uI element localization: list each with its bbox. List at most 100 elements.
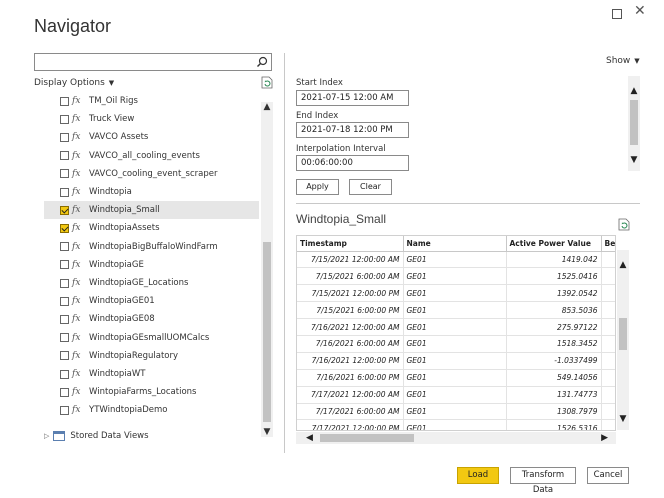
- item-checkbox[interactable]: [60, 314, 69, 324]
- table-cell: GE01: [403, 251, 507, 269]
- preview-title: Windtopia_Small: [296, 212, 387, 226]
- table-horizontal-scrollbar[interactable]: ◀ ▶: [296, 432, 616, 444]
- item-checkbox[interactable]: [60, 114, 69, 124]
- scroll-thumb[interactable]: [619, 318, 627, 350]
- scroll-left-icon[interactable]: ◀: [306, 432, 313, 444]
- scroll-right-icon[interactable]: ▶: [601, 432, 608, 444]
- item-checkbox[interactable]: [60, 169, 69, 179]
- stored-data-views-label: Stored Data Views: [70, 431, 149, 441]
- table-cell: 7/15/2021 12:00:00 PM: [297, 284, 404, 303]
- item-checkbox[interactable]: [60, 205, 69, 215]
- maximize-button[interactable]: [612, 9, 622, 19]
- item-checkbox[interactable]: [60, 96, 69, 106]
- table-cell: 7/17/2021 6:00:00 AM: [297, 403, 404, 421]
- column-header[interactable]: Active Power Value: [506, 236, 602, 252]
- tree-item-label: VAVCO_cooling_event_scraper: [89, 168, 218, 179]
- start-index-input[interactable]: 2021-07-15 12:00 AM: [296, 90, 409, 106]
- table-cell: [601, 301, 615, 320]
- tree-item[interactable]: fx Windtopia_Small: [44, 201, 259, 220]
- column-header[interactable]: Bearing: [601, 236, 615, 252]
- tree-item[interactable]: fx WindtopiaGE: [44, 256, 259, 274]
- table-row: 7/15/2021 12:00:00 AM GE01 1419.042: [297, 251, 615, 269]
- item-checkbox[interactable]: [60, 387, 69, 397]
- table-cell: [601, 419, 615, 430]
- item-checkbox[interactable]: [60, 369, 69, 379]
- start-index-label: Start Index: [296, 78, 343, 88]
- scroll-thumb[interactable]: [320, 434, 414, 442]
- item-checkbox[interactable]: [60, 405, 69, 415]
- search-input[interactable]: [34, 53, 272, 71]
- item-checkbox[interactable]: [60, 242, 69, 252]
- scroll-up-icon[interactable]: ▲: [628, 86, 640, 96]
- tree-item[interactable]: fx WindtopiaGE08: [44, 310, 259, 328]
- interpolation-interval-input[interactable]: 00:06:00:00: [296, 155, 409, 171]
- load-button[interactable]: Load: [457, 467, 499, 484]
- show-label: Show: [606, 56, 631, 66]
- tree-item[interactable]: fx WindtopiaAssets: [44, 219, 259, 237]
- table-row: 7/17/2021 12:00:00 AM GE01 131.74773: [297, 386, 615, 404]
- scroll-up-icon[interactable]: ▲: [261, 102, 273, 112]
- tree-item[interactable]: fx WindtopiaRegulatory: [44, 347, 259, 365]
- tree-scrollbar[interactable]: ▲ ▼: [261, 102, 273, 437]
- apply-button[interactable]: Apply: [296, 179, 339, 195]
- table-cell: 7/16/2021 6:00:00 PM: [297, 369, 404, 387]
- table-icon: [53, 431, 66, 441]
- tree-item[interactable]: fx WindtopiaGEsmallUOMCalcs: [44, 329, 259, 347]
- tree-item[interactable]: fx Windtopia: [44, 183, 259, 201]
- transform-data-button[interactable]: Transform Data: [510, 467, 576, 495]
- end-index-label: End Index: [296, 111, 339, 121]
- function-icon: fx: [72, 205, 81, 216]
- tree-item[interactable]: fx WindtopiaGE_Locations: [44, 274, 259, 292]
- item-checkbox[interactable]: [60, 132, 69, 142]
- item-checkbox[interactable]: [60, 260, 69, 270]
- close-button[interactable]: ✕: [634, 3, 646, 19]
- stored-data-views-node[interactable]: ▷ Stored Data Views: [44, 431, 149, 441]
- tree-item[interactable]: fx WintopiaFarms_Locations: [44, 383, 259, 401]
- table-cell: [601, 352, 615, 370]
- tree-item[interactable]: fx VAVCO Assets: [44, 128, 259, 146]
- item-checkbox[interactable]: [60, 333, 69, 343]
- scroll-up-icon[interactable]: ▲: [617, 260, 629, 270]
- item-checkbox[interactable]: [60, 151, 69, 161]
- tree-item-label: WindtopiaGE08: [89, 314, 155, 325]
- table-row: 7/16/2021 6:00:00 AM GE01 1518.3452: [297, 335, 615, 353]
- item-checkbox[interactable]: [60, 187, 69, 197]
- table-row: 7/17/2021 12:00:00 PM GE01 1526.5316: [297, 419, 615, 430]
- display-options-dropdown[interactable]: Display Options ▼: [34, 78, 114, 88]
- item-checkbox[interactable]: [60, 296, 69, 306]
- end-index-input[interactable]: 2021-07-18 12:00 PM: [296, 122, 409, 138]
- tree-item[interactable]: fx VAVCO_cooling_event_scraper: [44, 165, 259, 183]
- table-vertical-scrollbar[interactable]: ▲ ▼: [617, 250, 629, 430]
- search-icon[interactable]: [256, 56, 268, 68]
- tree-item[interactable]: fx WindtopiaBigBuffaloWindFarm: [44, 238, 259, 256]
- table-cell: [601, 335, 615, 353]
- tree-item[interactable]: fx TM_Oil Rigs: [44, 92, 259, 110]
- scroll-down-icon[interactable]: ▼: [628, 155, 640, 165]
- item-checkbox[interactable]: [60, 278, 69, 288]
- tree-item-label: YTWindtopiaDemo: [89, 405, 168, 416]
- column-header[interactable]: Name: [403, 236, 507, 252]
- tree-item[interactable]: fx YTWindtopiaDemo: [44, 401, 259, 419]
- show-dropdown[interactable]: Show ▼: [606, 56, 640, 66]
- tree-item[interactable]: fx WindtopiaGE01: [44, 292, 259, 310]
- refresh-icon[interactable]: [618, 218, 630, 231]
- scroll-thumb[interactable]: [630, 100, 638, 145]
- cancel-button[interactable]: Cancel: [587, 467, 629, 484]
- tree-item[interactable]: fx Truck View: [44, 110, 259, 128]
- tree-item-label: VAVCO_all_cooling_events: [89, 150, 200, 161]
- scroll-down-icon[interactable]: ▼: [261, 427, 273, 437]
- table-cell: GE01: [403, 403, 507, 421]
- item-checkbox[interactable]: [60, 223, 69, 233]
- scroll-thumb[interactable]: [263, 242, 271, 422]
- item-checkbox[interactable]: [60, 351, 69, 361]
- parameters-scrollbar[interactable]: ▲ ▼: [628, 76, 640, 171]
- scroll-down-icon[interactable]: ▼: [617, 414, 629, 424]
- refresh-icon[interactable]: [261, 76, 273, 89]
- table-cell: 1419.042: [506, 251, 602, 269]
- tree-item[interactable]: fx WindtopiaWT: [44, 365, 259, 383]
- tree-item[interactable]: fx VAVCO_all_cooling_events: [44, 147, 259, 165]
- clear-button[interactable]: Clear: [349, 179, 392, 195]
- column-header[interactable]: Timestamp: [297, 236, 404, 252]
- expand-triangle-icon[interactable]: ▷: [44, 432, 49, 440]
- table-cell: GE01: [403, 301, 507, 320]
